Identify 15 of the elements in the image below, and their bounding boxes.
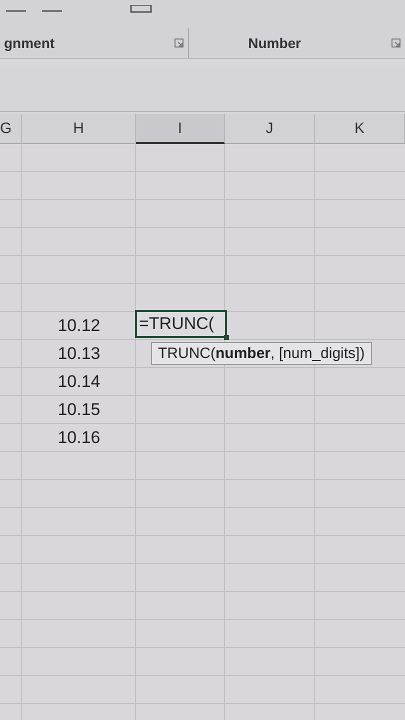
table-cell: 10.12 <box>58 316 100 336</box>
group-label: gnment <box>4 35 55 51</box>
dialog-launcher-icon[interactable] <box>174 38 184 48</box>
column-header[interactable]: K <box>315 114 405 144</box>
table-cell: 10.13 <box>58 344 100 364</box>
dialog-launcher-icon[interactable] <box>391 38 401 48</box>
column-header[interactable]: I <box>136 114 225 144</box>
column-header[interactable]: G <box>0 114 22 144</box>
table-cell: 10.14 <box>58 372 100 392</box>
table-cell: 10.15 <box>58 400 100 420</box>
table-cell: 10.16 <box>58 428 100 448</box>
group-label: Number <box>248 35 301 51</box>
column-header[interactable]: H <box>22 114 136 144</box>
function-tooltip: TRUNC(number, [num_digits]) <box>151 342 372 365</box>
column-header[interactable]: J <box>225 114 315 144</box>
